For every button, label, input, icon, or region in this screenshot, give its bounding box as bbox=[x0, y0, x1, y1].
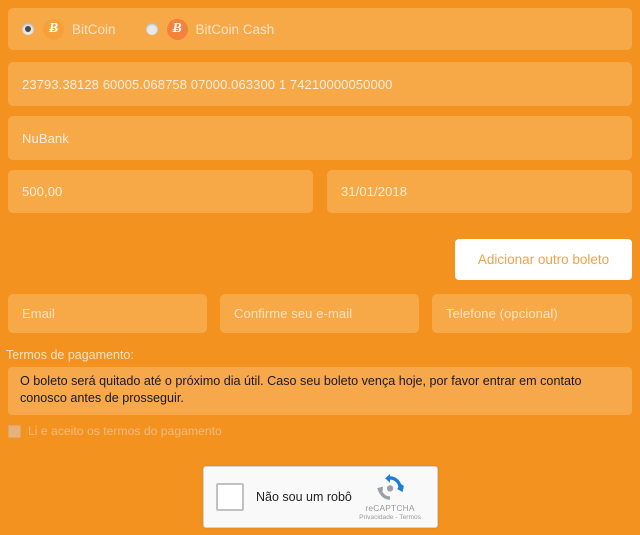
accept-terms-checkbox[interactable] bbox=[8, 424, 21, 438]
bank-value: NuBank bbox=[22, 130, 69, 146]
accept-terms-row[interactable]: Li e aceito os termos do pagamento bbox=[8, 424, 222, 438]
crypto-label-bitcoin-cash: BitCoin Cash bbox=[195, 21, 275, 37]
barcode-input[interactable]: 23793.38128 60005.068758 07000.063300 1 … bbox=[8, 62, 632, 106]
radio-bitcoin[interactable] bbox=[22, 23, 34, 35]
amount-input[interactable]: 500,00 bbox=[8, 170, 313, 213]
recaptcha-logo-icon bbox=[377, 473, 404, 500]
recaptcha-brand-name: reCAPTCHA bbox=[365, 502, 415, 513]
email-placeholder: Email bbox=[22, 306, 56, 321]
recaptcha-branding: reCAPTCHA Privacidade - Termos bbox=[352, 473, 428, 521]
recaptcha-label: Não sou um robô bbox=[256, 490, 352, 504]
crypto-label-bitcoin: BitCoin bbox=[72, 21, 116, 37]
crypto-option-bitcoin[interactable]: Ƀ BitCoin bbox=[22, 18, 116, 40]
terms-heading: Termos de pagamento: bbox=[6, 348, 134, 362]
accept-terms-label: Li e aceito os termos do pagamento bbox=[28, 424, 222, 438]
terms-text: O boleto será quitado até o próximo dia … bbox=[20, 374, 582, 405]
radio-bitcoin-cash[interactable] bbox=[145, 23, 158, 35]
amount-value: 500,00 bbox=[22, 184, 63, 199]
recaptcha-checkbox[interactable] bbox=[216, 483, 244, 511]
crypto-option-bitcoin-cash[interactable]: Ƀ BitCoin Cash bbox=[145, 18, 275, 40]
due-date-value: 31/01/2018 bbox=[341, 184, 408, 199]
email-confirm-input[interactable]: Confirme seu e-mail bbox=[220, 294, 419, 333]
add-another-boleto-button[interactable]: Adicionar outro boleto bbox=[455, 239, 632, 280]
phone-placeholder: Telefone (opcional) bbox=[446, 306, 558, 321]
email-input[interactable]: Email bbox=[8, 294, 207, 333]
bitcoin-cash-icon: Ƀ bbox=[166, 18, 188, 40]
due-date-input[interactable]: 31/01/2018 bbox=[327, 170, 632, 213]
recaptcha-legal-links[interactable]: Privacidade - Termos bbox=[352, 514, 428, 521]
barcode-value: 23793.38128 60005.068758 07000.063300 1 … bbox=[22, 76, 393, 92]
phone-input[interactable]: Telefone (opcional) bbox=[432, 294, 632, 333]
bitcoin-icon: Ƀ bbox=[43, 18, 64, 40]
email-confirm-placeholder: Confirme seu e-mail bbox=[234, 306, 353, 321]
recaptcha-widget[interactable]: Não sou um robô reCAPTCHA Privacidade - … bbox=[203, 466, 438, 528]
crypto-selector: Ƀ BitCoin Ƀ BitCoin Cash bbox=[8, 8, 632, 50]
bank-input[interactable]: NuBank bbox=[8, 116, 632, 160]
boleto-payment-form: Ƀ BitCoin Ƀ BitCoin Cash 23793.38128 600… bbox=[0, 0, 640, 535]
terms-box: O boleto será quitado até o próximo dia … bbox=[8, 367, 632, 415]
